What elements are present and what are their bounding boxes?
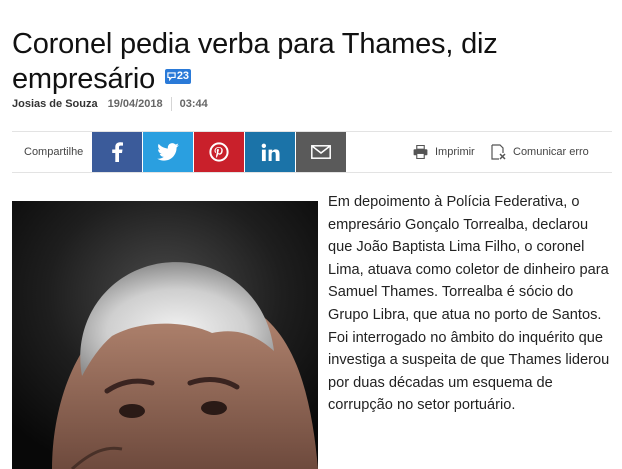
publish-time: 03:44: [179, 98, 208, 110]
twitter-share-button[interactable]: [143, 132, 193, 172]
print-label: Imprimir: [435, 146, 475, 158]
article-title: Coronel pedia verba para Thames, diz emp…: [12, 27, 572, 97]
printer-icon: [413, 145, 428, 159]
article-photo: [12, 201, 318, 469]
article-body: Em depoimento à Polícia Federativa, o em…: [328, 194, 610, 414]
portrait-image: [12, 201, 318, 469]
facebook-share-button[interactable]: [92, 132, 142, 172]
author-name[interactable]: Josias de Souza: [12, 98, 98, 110]
publish-date: 19/04/2018: [107, 98, 163, 110]
twitter-icon: [157, 143, 179, 161]
report-error-button[interactable]: Comunicar erro: [490, 132, 589, 172]
share-label: Compartilhe: [24, 146, 84, 158]
comment-count-badge[interactable]: 23: [164, 69, 191, 85]
meta-divider: [170, 97, 172, 111]
report-error-icon: [491, 144, 506, 160]
report-error-label: Comunicar erro: [513, 146, 589, 158]
facebook-icon: [112, 142, 123, 162]
print-button[interactable]: Imprimir: [413, 132, 475, 172]
linkedin-share-button[interactable]: [245, 132, 295, 172]
comment-icon: [167, 72, 176, 82]
share-bar: Compartilhe Imprimir Comunicar erro: [12, 131, 612, 173]
article-title-text: Coronel pedia verba para Thames, diz emp…: [12, 28, 498, 96]
envelope-icon: [311, 145, 331, 159]
comment-count: 23: [176, 70, 189, 83]
email-share-button[interactable]: [296, 132, 346, 172]
linkedin-icon: [261, 143, 280, 161]
pinterest-share-button[interactable]: [194, 132, 244, 172]
pinterest-icon: [209, 142, 229, 162]
article-meta: Josias de Souza 19/04/2018 03:44: [12, 97, 208, 111]
